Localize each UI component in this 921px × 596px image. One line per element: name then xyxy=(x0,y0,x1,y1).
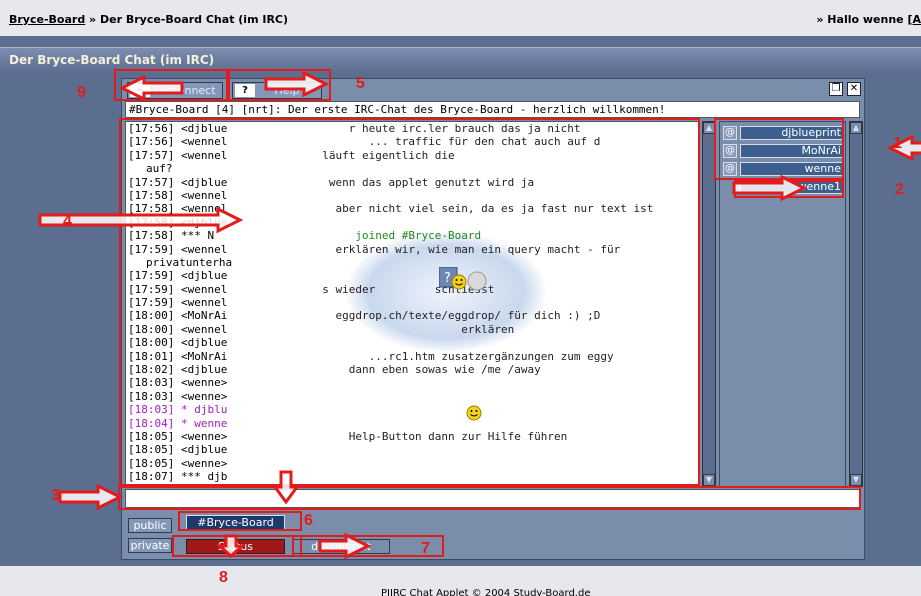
channel-topic: #Bryce-Board [4] [nrt]: Der erste IRC-Ch… xyxy=(125,101,860,118)
restore-window-icon[interactable]: ❐ xyxy=(829,82,843,96)
scroll-up-icon[interactable]: ▲ xyxy=(850,122,862,134)
annotation-number: 7 xyxy=(421,540,430,557)
annotation-arrow xyxy=(264,70,330,98)
annotation-number: 6 xyxy=(304,512,313,529)
breadcrumb-site-link[interactable]: Bryce-Board xyxy=(9,13,85,26)
annotation-arrow xyxy=(118,74,184,102)
annotation-number: 1 xyxy=(893,135,902,152)
annotation-number: 4 xyxy=(63,213,72,230)
scroll-down-icon[interactable]: ▼ xyxy=(703,474,715,486)
annotation-number: 3 xyxy=(51,487,60,504)
forum-top-bar: Bryce-Board » Der Bryce-Board Chat (im I… xyxy=(0,0,921,36)
annotation-number: 9 xyxy=(77,84,86,101)
footer: PJIRC Chat Applet © 2004 Study-Board.de xyxy=(0,566,921,596)
breadcrumb-current: Der Bryce-Board Chat (im IRC) xyxy=(100,13,289,26)
annotation-box xyxy=(178,511,302,531)
breadcrumb-separator: » xyxy=(89,13,97,26)
annotation-arrow xyxy=(272,470,300,505)
greeting-text: » Hallo wenne [ xyxy=(816,13,913,26)
annotation-arrow xyxy=(318,532,372,560)
nicklist-scrollbar[interactable]: ▲ ▼ xyxy=(849,121,863,487)
greeting-link[interactable]: A xyxy=(912,13,921,26)
private-group-label: private xyxy=(128,538,172,553)
annotation-number: 8 xyxy=(219,569,228,586)
annotation-box xyxy=(714,118,844,180)
annotation-arrow xyxy=(58,483,124,511)
greeting: » Hallo wenne [A xyxy=(816,13,921,26)
annotation-box xyxy=(118,486,861,510)
footer-copyright: PJIRC Chat Applet © 2004 Study-Board.de xyxy=(381,588,591,596)
annotation-number: 2 xyxy=(895,181,904,198)
annotation-number: 5 xyxy=(356,75,365,92)
close-icon[interactable]: ✕ xyxy=(847,82,861,96)
public-group-label: public xyxy=(128,518,172,533)
scroll-down-icon[interactable]: ▼ xyxy=(850,474,862,486)
section-title: Der Bryce-Board Chat (im IRC) xyxy=(9,53,215,67)
breadcrumb: Bryce-Board » Der Bryce-Board Chat (im I… xyxy=(9,13,288,26)
annotation-arrow xyxy=(732,174,808,202)
annotation-box xyxy=(119,118,700,486)
annotation-arrow xyxy=(216,534,246,559)
